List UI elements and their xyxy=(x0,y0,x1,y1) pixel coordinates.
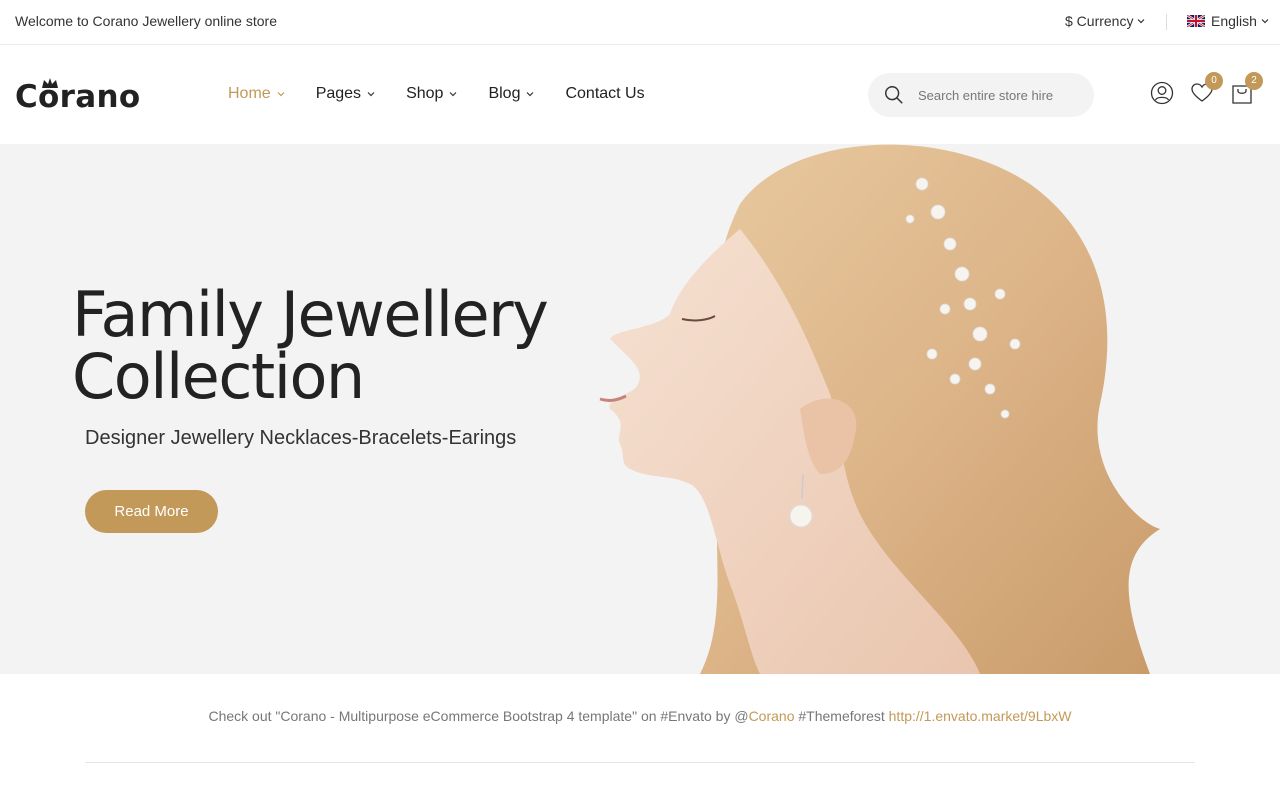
hero-slider: Family Jewellery Collection Designer Jew… xyxy=(0,144,1280,674)
chevron-down-icon xyxy=(277,92,285,97)
divider xyxy=(1166,14,1167,30)
hero-title: Family Jewellery Collection xyxy=(72,284,592,408)
nav-contact[interactable]: Contact Us xyxy=(565,83,644,105)
search-icon[interactable] xyxy=(883,84,905,106)
credit-prefix: Check out "Corano - Multipurpose eCommer… xyxy=(208,708,749,724)
cart-button[interactable]: 2 xyxy=(1230,72,1263,105)
currency-label: $ Currency xyxy=(1065,13,1134,29)
welcome-message: Welcome to Corano Jewellery online store xyxy=(15,13,277,29)
nav-home[interactable]: Home xyxy=(228,83,286,105)
author-link[interactable]: Corano xyxy=(749,708,795,724)
credit-middle: #Themeforest xyxy=(794,708,889,724)
main-nav: Home Pages Shop Blog Contact Us xyxy=(228,83,675,105)
section-divider xyxy=(85,762,1195,763)
chevron-down-icon xyxy=(1138,19,1145,24)
hero-model-image xyxy=(599,144,1160,674)
hero-subtitle: Designer Jewellery Necklaces-Bracelets-E… xyxy=(85,427,517,449)
nav-label: Home xyxy=(228,85,271,102)
language-label: English xyxy=(1211,13,1257,29)
chevron-down-icon xyxy=(527,92,534,97)
envato-url-link[interactable]: http://1.envato.market/9LbxW xyxy=(889,708,1072,724)
search-bar xyxy=(868,73,1094,117)
top-bar: Welcome to Corano Jewellery online store… xyxy=(0,0,1280,45)
account-button[interactable] xyxy=(1150,81,1174,105)
read-more-button[interactable]: Read More xyxy=(85,490,218,533)
credit-line: Check out "Corano - Multipurpose eCommer… xyxy=(0,708,1280,724)
logo[interactable]: Corano xyxy=(15,75,140,115)
chevron-down-icon xyxy=(1261,19,1269,24)
flag-uk-icon xyxy=(1187,15,1205,27)
search-input[interactable] xyxy=(918,87,1078,103)
nav-label: Shop xyxy=(406,85,444,102)
main-header: Corano Home Pages Shop Blog Contact Us S… xyxy=(0,45,1280,144)
wishlist-count-badge: 0 xyxy=(1205,72,1223,90)
language-dropdown[interactable]: English xyxy=(1187,13,1270,29)
wishlist-button[interactable]: 0 xyxy=(1190,72,1223,105)
logo-text: Corano xyxy=(15,79,141,115)
chevron-down-icon xyxy=(450,92,457,97)
nav-blog[interactable]: Blog xyxy=(488,83,535,105)
nav-pages[interactable]: Pages xyxy=(316,83,376,105)
nav-label: Pages xyxy=(315,85,362,102)
nav-shop[interactable]: Shop xyxy=(406,83,458,105)
cart-count-badge: 2 xyxy=(1245,72,1263,90)
hero-title-line2: Collection xyxy=(72,340,365,413)
nav-label: Contact Us xyxy=(565,85,645,102)
currency-dropdown[interactable]: $ Currency xyxy=(1065,13,1146,29)
user-icon xyxy=(1150,81,1174,105)
nav-label: Blog xyxy=(488,85,521,102)
chevron-down-icon xyxy=(367,92,375,97)
